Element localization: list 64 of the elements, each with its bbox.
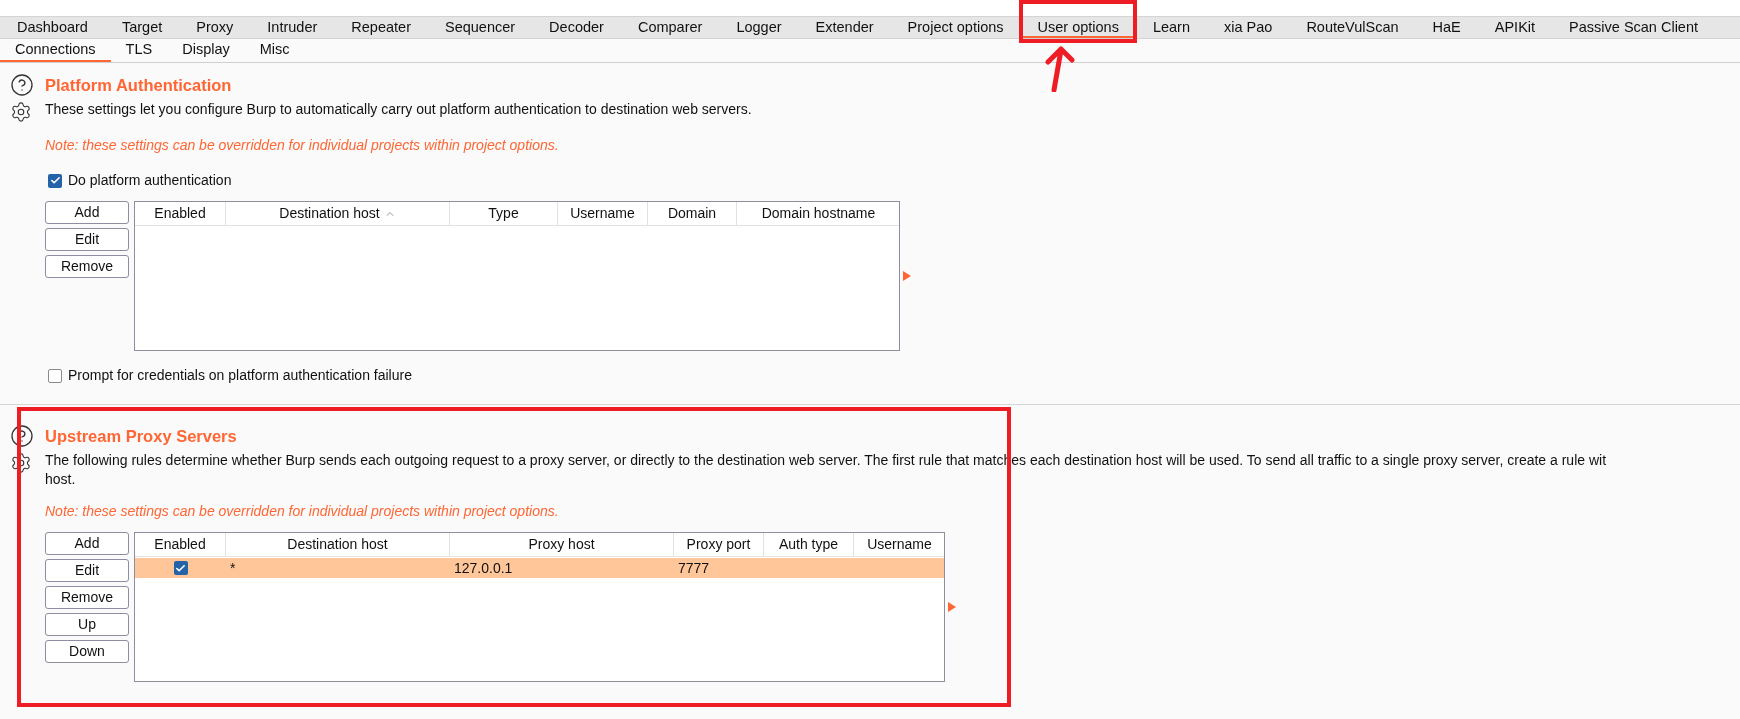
checkbox-label: Do platform authentication [68, 171, 232, 190]
column-header[interactable]: Domain [648, 202, 737, 225]
triangle-icon[interactable] [948, 602, 956, 612]
main-tab[interactable]: Passive Scan Client [1552, 17, 1716, 38]
main-tab[interactable]: Target [104, 17, 180, 38]
main-tab[interactable]: Dashboard [0, 17, 105, 38]
column-header[interactable]: Proxy host [450, 533, 674, 556]
table-action-button[interactable]: Edit [45, 559, 129, 582]
table-cell-text: 127.0.0.1 [454, 558, 513, 578]
sub-tab[interactable]: TLS [110, 39, 168, 62]
main-tab[interactable]: xia Pao [1207, 17, 1290, 38]
column-header[interactable]: Destination host [226, 533, 450, 556]
table-action-button[interactable]: Add [45, 201, 129, 224]
section-title: Upstream Proxy Servers [45, 425, 237, 447]
table-action-button[interactable]: Down [45, 640, 129, 663]
triangle-icon[interactable] [903, 271, 911, 281]
note-text: Note: these settings can be overridden for individual projects within project options. [45, 136, 560, 155]
description-text: These settings let you configure Burp to automatically carry out platform authentication to destination web servers. [45, 100, 752, 119]
help-icon[interactable] [10, 424, 34, 448]
settings-icon[interactable] [10, 101, 32, 123]
main-tab[interactable]: Sequencer [427, 17, 533, 38]
table-row[interactable]: * 127.0.0.1 7777 [135, 558, 944, 578]
column-header[interactable]: Destination host [226, 202, 450, 225]
main-tab[interactable]: Intruder [250, 17, 335, 38]
column-header[interactable]: Auth type [764, 533, 854, 556]
main-tab[interactable]: Comparer [620, 17, 720, 38]
main-tab[interactable]: HaE [1415, 17, 1478, 38]
table-action-button[interactable]: Up [45, 613, 129, 636]
settings-icon[interactable] [10, 452, 32, 474]
main-tab[interactable]: Logger [719, 17, 799, 38]
main-tab[interactable]: Extender [798, 17, 891, 38]
table-action-button[interactable]: Remove [45, 255, 129, 278]
column-header[interactable]: Type [450, 202, 558, 225]
main-tab[interactable]: RouteVulScan [1289, 17, 1416, 38]
table-action-button[interactable]: Remove [45, 586, 129, 609]
checkbox[interactable] [48, 368, 62, 383]
help-icon[interactable] [10, 73, 34, 97]
note-text: Note: these settings can be overridden for individual projects within project options. [45, 502, 560, 521]
column-header[interactable]: Domain hostname [737, 202, 900, 225]
sub-tab[interactable]: Connections [0, 39, 111, 62]
column-header[interactable]: Enabled [135, 533, 226, 556]
main-tab[interactable]: APIKit [1477, 17, 1553, 38]
checkbox-label: Prompt for credentials on platform authentication failure [68, 366, 412, 385]
main-tab[interactable]: Decoder [532, 17, 621, 38]
description-text: host. [45, 470, 77, 489]
table-action-button[interactable]: Add [45, 532, 129, 555]
annotation-arrow [1042, 46, 1076, 92]
main-tab[interactable]: Repeater [334, 17, 428, 38]
column-header[interactable]: Username [854, 533, 945, 556]
main-tab[interactable]: Learn [1135, 17, 1207, 38]
sub-tab[interactable]: Misc [244, 39, 305, 62]
table-cell-text: * [230, 558, 236, 578]
column-header[interactable]: Proxy port [674, 533, 764, 556]
table-action-button[interactable]: Edit [45, 228, 129, 251]
table-cell-text: 7777 [678, 558, 710, 578]
column-header[interactable]: Enabled [135, 202, 226, 225]
checkbox[interactable] [173, 561, 188, 575]
sub-tab[interactable]: Display [167, 39, 245, 62]
main-tab[interactable]: Project options [890, 17, 1021, 38]
main-tab[interactable]: User options [1020, 17, 1136, 38]
column-header[interactable]: Username [558, 202, 648, 225]
section-title: Platform Authentication [45, 74, 232, 96]
main-tab[interactable]: Proxy [179, 17, 251, 38]
checkbox[interactable] [48, 173, 62, 188]
